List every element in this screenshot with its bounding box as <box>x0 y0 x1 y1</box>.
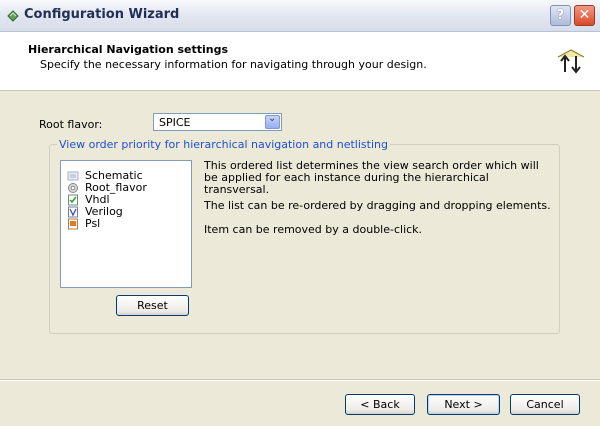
hierarchy-navigation-icon <box>557 49 585 74</box>
view-order-legend: View order priority for hierarchical nav… <box>57 138 390 151</box>
list-item-label: Psl <box>85 217 101 230</box>
remove-hint: Item can be removed by a double-click. <box>204 223 423 236</box>
wizard-header: Hierarchical Navigation settings Specify… <box>0 32 600 91</box>
app-icon <box>7 10 19 22</box>
reset-button[interactable]: Reset <box>116 295 189 316</box>
root-flavor-label: Root flavor: <box>39 118 103 131</box>
title-bar[interactable]: Configuration Wizard ? ✕ <box>0 0 600 32</box>
schematic-icon <box>67 171 79 181</box>
root-flavor-select[interactable]: SPICE ⌄ <box>153 113 282 131</box>
next-button[interactable]: Next > <box>427 394 500 415</box>
configuration-wizard-window: Configuration Wizard ? ✕ Hierarchical Na… <box>0 0 600 426</box>
reorder-hint: The list can be re-ordered by dragging a… <box>204 199 551 212</box>
page-subtitle: Specify the necessary information for na… <box>40 58 427 71</box>
footer-divider <box>0 379 600 381</box>
view-order-description: This ordered list determines the view se… <box>204 159 539 196</box>
psl-file-icon <box>68 218 78 230</box>
view-order-list[interactable]: Schematic Root_flavor Vhdl Verilog Psl <box>60 160 192 288</box>
cancel-button[interactable]: Cancel <box>510 394 580 415</box>
verilog-file-icon <box>68 206 78 218</box>
root-flavor-value: SPICE <box>159 116 191 129</box>
back-button[interactable]: < Back <box>345 394 415 415</box>
window-title: Configuration Wizard <box>24 7 180 22</box>
vhdl-file-icon <box>68 194 78 206</box>
dropdown-arrow-icon[interactable]: ⌄ <box>265 113 280 129</box>
page-title: Hierarchical Navigation settings <box>28 43 229 56</box>
close-button[interactable]: ✕ <box>574 5 595 26</box>
gear-icon <box>68 183 78 193</box>
help-button[interactable]: ? <box>550 5 571 26</box>
